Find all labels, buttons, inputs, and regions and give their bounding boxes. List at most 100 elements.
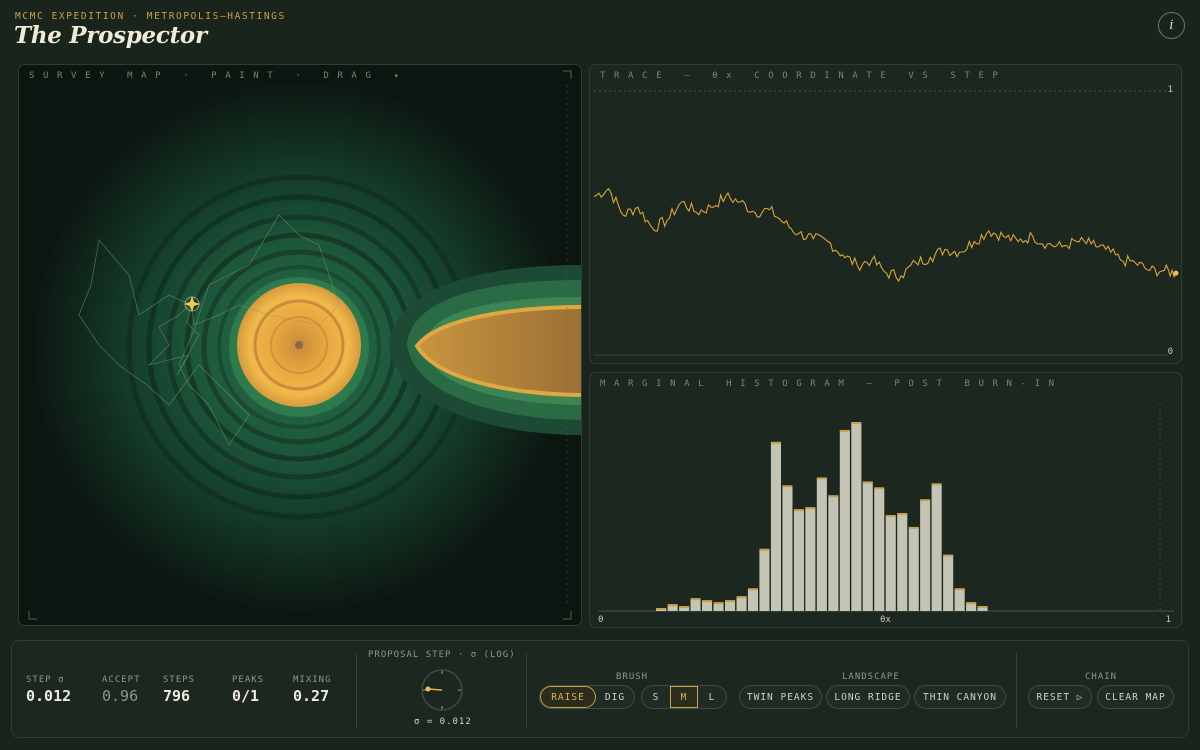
stat-label: PEAKS (232, 675, 265, 685)
histogram-chart (598, 403, 1174, 612)
histogram-bar (816, 478, 827, 611)
histogram-bar (702, 601, 713, 611)
trace-current-point (1173, 270, 1179, 276)
stat-label: MIXING (293, 675, 332, 685)
histogram-bar-cap (702, 600, 713, 603)
histogram-bar-cap (770, 441, 781, 444)
stat-peaks: PEAKS 0/1 (232, 675, 264, 705)
clear-map-button[interactable]: CLEAR MAP (1097, 685, 1174, 709)
histogram-bar-cap (839, 429, 850, 432)
histogram-bar (713, 603, 724, 611)
brush-raise-button[interactable]: RAISE (540, 686, 596, 708)
proposal-step-dial[interactable] (419, 667, 465, 713)
histogram-bar-cap (908, 526, 919, 529)
stat-value: 0.012 (26, 687, 72, 705)
brush-size-l-button[interactable]: L (698, 686, 726, 708)
brush-size-m-button[interactable]: M (670, 686, 698, 708)
stat-value: 796 (163, 687, 191, 705)
histogram-bar-cap (690, 598, 701, 601)
histogram-bar-cap (966, 602, 977, 605)
stat-label: ACCEPT (102, 675, 141, 685)
histogram-bar-cap (885, 515, 896, 517)
histogram-bar (690, 599, 701, 611)
stat-label: STEPS (163, 675, 196, 685)
stat-mixing: MIXING 0.27 (293, 675, 332, 705)
survey-map-panel[interactable]: SURVEY MAP · PAINT · DRAG ✦ (18, 64, 582, 626)
histogram-bar-cap (931, 483, 942, 486)
divider (356, 653, 357, 729)
histogram-bar-cap (759, 548, 770, 551)
histogram-bar-cap (816, 477, 827, 480)
stat-accept: ACCEPT 0.96 (102, 675, 141, 705)
peak-region (229, 277, 369, 417)
trace-chart (593, 90, 1179, 356)
histogram-bar-cap (679, 606, 690, 608)
stat-value: 0/1 (232, 687, 260, 705)
histogram-bar (908, 527, 919, 611)
histogram-bar-cap (977, 606, 988, 608)
stat-value: 0.27 (293, 687, 330, 705)
histogram-bar-cap (954, 588, 965, 591)
histogram-bar-cap (667, 604, 678, 607)
control-bar: STEP σ 0.012 ACCEPT 0.96 STEPS 796 PEAKS… (11, 640, 1189, 738)
histogram-panel: MARGINAL HISTOGRAM — POST BURN-IN 0 θx 1 (589, 372, 1182, 628)
stat-value: 0.96 (102, 687, 139, 705)
dial-knob[interactable] (425, 686, 431, 692)
histogram-bar-cap (782, 485, 793, 488)
histogram-x-axis-title: θx (880, 615, 891, 625)
histogram-bar (954, 589, 965, 611)
histogram-bar-cap (943, 554, 954, 557)
trace-y-min: 0 (1167, 347, 1173, 357)
histogram-bar-cap (920, 499, 931, 502)
twin-peaks-button[interactable]: TWIN PEAKS (739, 685, 822, 709)
long-ridge-button[interactable]: LONG RIDGE (826, 685, 910, 709)
histogram-bar (782, 486, 793, 611)
histogram-bar-cap (793, 509, 804, 512)
histogram-bar (828, 496, 839, 611)
stat-step-sigma: STEP σ 0.012 (26, 675, 71, 705)
brush-size-s-button[interactable]: S (642, 686, 670, 708)
histogram-bar-cap (897, 513, 908, 515)
histogram-bar (793, 510, 804, 611)
chain-label: CHAIN (1085, 672, 1118, 682)
histogram-bar-cap (828, 495, 839, 498)
histogram-x-max: 1 (1165, 615, 1171, 625)
thin-canyon-button[interactable]: THIN CANYON (914, 685, 1006, 709)
trace-panel: TRACE — θx COORDINATE VS STEP 1 0 (589, 64, 1182, 364)
histogram-bar-cap (851, 422, 862, 424)
landscape-label: LANDSCAPE (842, 672, 900, 682)
proposal-step-label: PROPOSAL STEP · σ (LOG) (368, 650, 516, 660)
histogram-bar (943, 555, 954, 611)
histogram-bar-cap (747, 588, 758, 591)
histogram-bar (885, 516, 896, 611)
histogram-x-min: 0 (598, 615, 604, 625)
app-kicker: MCMC EXPEDITION · METROPOLIS–HASTINGS (15, 11, 286, 22)
histogram-bar (897, 514, 908, 611)
histogram-bar-cap (874, 487, 885, 490)
histogram-bar (759, 549, 770, 611)
histogram-bar (805, 508, 816, 611)
stat-steps: STEPS 796 (163, 675, 195, 705)
histogram-bar (862, 482, 873, 611)
brush-mode-toggle: RAISE DIG (539, 685, 635, 709)
histogram-bar (920, 500, 931, 611)
trace-series-line (593, 187, 1177, 283)
histogram-bar (931, 484, 942, 611)
reset-chain-button[interactable]: RESET ▷ (1028, 685, 1092, 709)
histogram-bar-cap (725, 600, 736, 603)
brush-dig-button[interactable]: DIG (596, 686, 634, 708)
histogram-bar-cap (736, 596, 747, 599)
histogram-bar-cap (805, 507, 816, 510)
brush-size-toggle: S M L (641, 685, 727, 709)
info-icon[interactable]: i (1158, 12, 1185, 39)
histogram-bar (851, 423, 862, 611)
histogram-bar (736, 597, 747, 611)
histogram-bar (725, 601, 736, 611)
histogram-bar (966, 603, 977, 611)
histogram-bar-cap (656, 608, 667, 610)
stat-label: STEP σ (26, 675, 65, 685)
survey-map-canvas[interactable] (19, 65, 582, 626)
histogram-bar (874, 488, 885, 611)
brush-label: BRUSH (616, 672, 649, 682)
histogram-bar-cap (862, 481, 873, 484)
